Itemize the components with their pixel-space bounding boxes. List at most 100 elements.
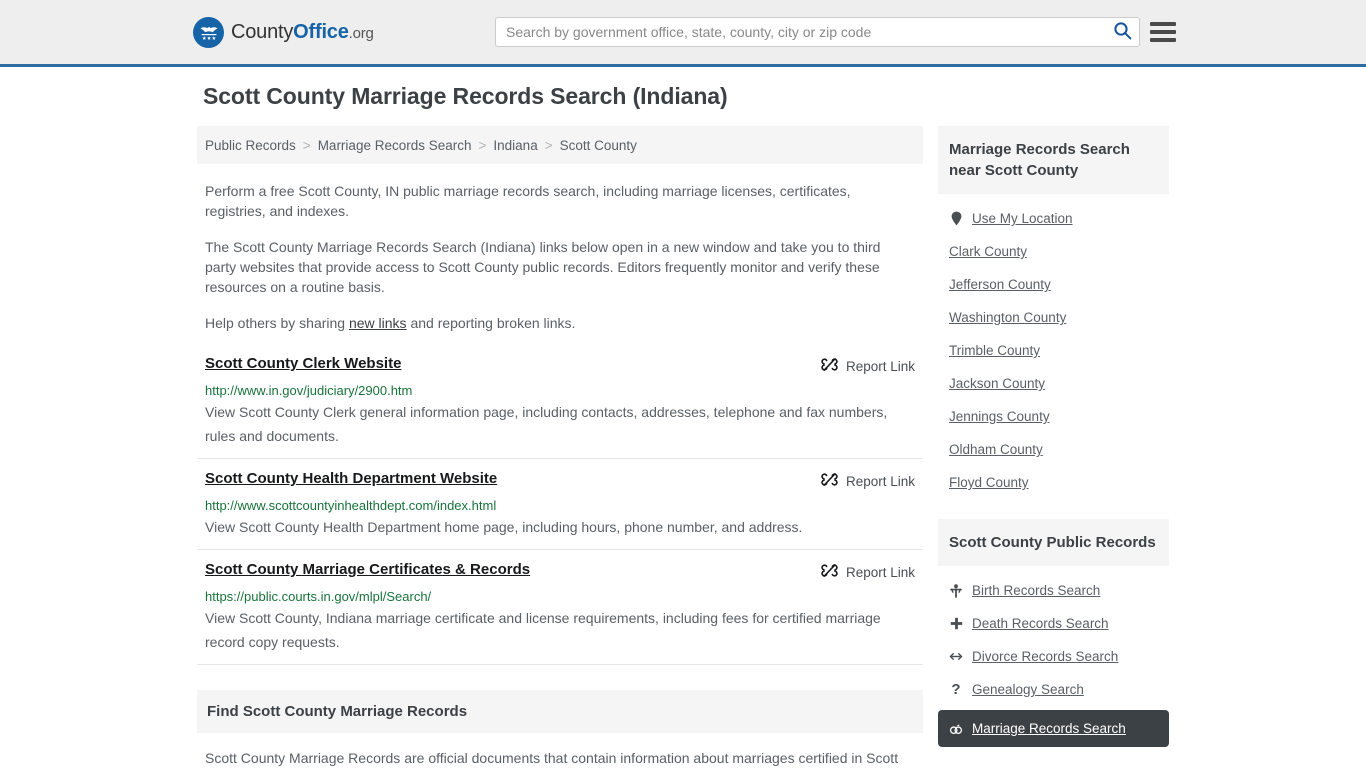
share-text-before: Help others by sharing [205,315,349,331]
sidebar-public-records-heading: Scott County Public Records [938,519,1169,566]
rings-icon [949,723,963,735]
new-links-link[interactable]: new links [349,315,407,331]
sidebar-item-jackson-county[interactable]: Jackson County [938,367,1169,400]
sidebar-item-oldham-county[interactable]: Oldham County [938,433,1169,466]
broken-link-icon [821,356,838,376]
result-item: Scott County Clerk Website Report Link h… [197,355,923,459]
sidebar-nearby-section: Marriage Records Search near Scott Count… [938,126,1169,499]
sidebar-link[interactable]: Jefferson County [949,277,1051,292]
sidebar-item-use-my-location[interactable]: Use My Location [938,202,1169,235]
intro-paragraph-1: Perform a free Scott County, IN public m… [205,183,851,219]
result-description: View Scott County Health Department home… [205,519,803,535]
sidebar-link[interactable]: Divorce Records Search [972,649,1118,664]
content-columns: Public Records > Marriage Records Search… [0,126,1366,768]
question-mark-icon: ? [951,681,961,698]
result-url[interactable]: https://public.courts.in.gov/mlpl/Search… [205,589,915,604]
result-header: Scott County Clerk Website Report Link [205,355,915,376]
sidebar-item-marriage-records-search[interactable]: Marriage Records Search [938,710,1169,747]
breadcrumb-separator: > [302,137,311,153]
left-right-arrow-icon [949,651,963,662]
countyoffice-eagle-icon [193,16,224,48]
site-header: CountyOffice.org [0,0,1366,67]
brand-bold: Office [293,20,349,43]
intro-text: Perform a free Scott County, IN public m… [197,181,923,333]
report-link-button[interactable]: Report Link [821,470,915,491]
sidebar-link[interactable]: Washington County [949,310,1066,325]
search-button[interactable] [1105,18,1139,46]
hamburger-menu-icon[interactable] [1150,19,1176,45]
site-logo[interactable]: CountyOffice.org [193,16,374,48]
search-input[interactable] [496,18,1105,46]
sidebar-nearby-heading: Marriage Records Search near Scott Count… [938,126,1169,194]
report-link-label: Report Link [845,473,915,489]
result-title-link[interactable]: Scott County Clerk Website [205,355,401,372]
sidebar-item-birth-records-search[interactable]: Birth Records Search [938,574,1169,607]
breadcrumb-separator: > [544,137,553,153]
result-url[interactable]: http://www.in.gov/judiciary/2900.htm [205,383,915,398]
report-link-button[interactable]: Report Link [821,355,915,376]
report-link-button[interactable]: Report Link [821,561,915,582]
intro-paragraph-3: Help others by sharing new links and rep… [197,313,923,333]
main-content: Public Records > Marriage Records Search… [197,126,923,768]
broken-link-icon [821,471,838,491]
sidebar-public-records-list: Birth Records Search Death Records Searc… [938,566,1169,747]
sidebar-link[interactable]: Genealogy Search [972,682,1084,697]
sidebar-item-divorce-records-search[interactable]: Divorce Records Search [938,640,1169,673]
broken-link-icon [821,562,838,582]
sidebar-link[interactable]: Jackson County [949,376,1045,391]
sidebar-link[interactable]: Death Records Search [972,616,1109,631]
page-title: Scott County Marriage Records Search (In… [203,83,728,109]
sidebar-item-clark-county[interactable]: Clark County [938,235,1169,268]
sidebar-link[interactable]: Clark County [949,244,1027,259]
result-description: View Scott County, Indiana marriage cert… [205,610,881,650]
search-bar[interactable] [495,17,1140,47]
result-url[interactable]: http://www.scottcountyinhealthdept.com/i… [205,498,915,513]
report-link-label: Report Link [845,564,915,580]
sidebar-nearby-list: Use My Location Clark County Jefferson C… [938,194,1169,499]
breadcrumb-separator: > [478,137,487,153]
sidebar-public-records-section: Scott County Public Records Birth Record… [938,519,1169,747]
cross-icon [949,617,963,630]
map-pin-icon [949,211,963,226]
result-header: Scott County Health Department Website R… [205,470,915,491]
breadcrumb-item-scott-county[interactable]: Scott County [560,138,637,153]
info-section: Find Scott County Marriage Records Scott… [197,690,923,768]
sidebar-link[interactable]: Oldham County [949,442,1043,457]
sidebar-item-death-records-search[interactable]: Death Records Search [938,607,1169,640]
result-title-link[interactable]: Scott County Health Department Website [205,470,497,487]
sidebar: Marriage Records Search near Scott Count… [938,126,1169,747]
sidebar-link[interactable]: Use My Location [972,211,1073,226]
page-body: Scott County Marriage Records Search (In… [0,67,1366,768]
sidebar-link[interactable]: Floyd County [949,475,1029,490]
sidebar-item-floyd-county[interactable]: Floyd County [938,466,1169,499]
site-logo-text: CountyOffice.org [231,21,374,44]
report-link-label: Report Link [845,358,915,374]
search-icon [1113,21,1132,43]
breadcrumb-item-public-records[interactable]: Public Records [205,138,296,153]
result-description: View Scott County Clerk general informat… [205,404,888,444]
info-section-body: Scott County Marriage Records are offici… [205,750,899,766]
result-title-link[interactable]: Scott County Marriage Certificates & Rec… [205,561,530,578]
sidebar-item-jefferson-county[interactable]: Jefferson County [938,268,1169,301]
breadcrumb: Public Records > Marriage Records Search… [197,126,923,164]
result-header: Scott County Marriage Certificates & Rec… [205,561,915,582]
info-section-heading: Find Scott County Marriage Records [197,690,923,733]
sidebar-item-trimble-county[interactable]: Trimble County [938,334,1169,367]
sidebar-link[interactable]: Trimble County [949,343,1040,358]
brand-prefix: County [231,20,294,43]
result-item: Scott County Marriage Certificates & Rec… [197,561,923,665]
results-list: Scott County Clerk Website Report Link h… [197,355,923,665]
brand-suffix: .org [348,24,374,42]
sidebar-item-genealogy-search[interactable]: ? Genealogy Search [938,673,1169,706]
sidebar-item-jennings-county[interactable]: Jennings County [938,400,1169,433]
breadcrumb-item-marriage-records-search[interactable]: Marriage Records Search [318,138,472,153]
share-text-after: and reporting broken links. [406,315,576,331]
sidebar-link[interactable]: Jennings County [949,409,1050,424]
intro-paragraph-2: The Scott County Marriage Records Search… [205,239,881,295]
sidebar-link[interactable]: Birth Records Search [972,583,1100,598]
baby-icon [949,583,963,598]
breadcrumb-item-indiana[interactable]: Indiana [493,138,537,153]
sidebar-item-washington-county[interactable]: Washington County [938,301,1169,334]
sidebar-link[interactable]: Marriage Records Search [972,721,1126,736]
result-item: Scott County Health Department Website R… [197,470,923,550]
